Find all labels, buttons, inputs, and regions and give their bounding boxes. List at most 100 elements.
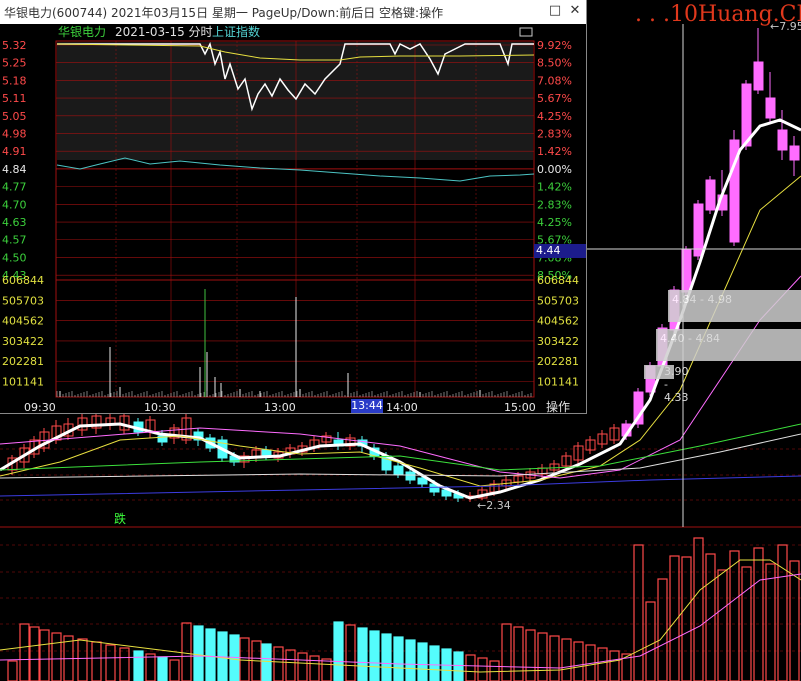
volume-bar bbox=[789, 560, 800, 681]
intraday-popup[interactable]: 华银电力(600744) 2021年03月15日 星期一 PageUp/Down… bbox=[0, 0, 587, 414]
volume-bar bbox=[205, 628, 216, 681]
volume-tick-label: 202281 bbox=[2, 355, 44, 368]
volume-bar bbox=[549, 635, 560, 681]
volume-bar bbox=[193, 625, 204, 681]
maximize-button[interactable]: □ bbox=[546, 2, 564, 20]
time-tick-label: 09:30 bbox=[24, 401, 56, 413]
price-tick-label: 5.18 bbox=[2, 74, 27, 87]
volume-bar bbox=[633, 544, 644, 681]
close-button[interactable]: ✕ bbox=[566, 2, 584, 20]
volume-tick-label: 505703 bbox=[2, 294, 44, 307]
volume-bar bbox=[501, 623, 512, 681]
price-tick-label: 5.25 bbox=[2, 57, 27, 70]
volume-bar bbox=[561, 638, 572, 681]
current-time-marker: 13:44 bbox=[351, 399, 383, 413]
pct-tick-label: 9.92% bbox=[537, 39, 572, 52]
time-tick-label: 14:00 bbox=[386, 401, 418, 413]
time-tick-label: 13:00 bbox=[264, 401, 296, 413]
candle-body bbox=[693, 203, 704, 257]
ma120-line bbox=[0, 475, 801, 497]
price-tick-label: 4.63 bbox=[2, 216, 27, 229]
volume-bar bbox=[181, 622, 192, 681]
volume-tick-label: 101141 bbox=[537, 376, 579, 389]
volume-bar bbox=[489, 660, 500, 681]
volume-bar bbox=[297, 652, 308, 681]
candle-body bbox=[405, 471, 416, 481]
volume-bar bbox=[777, 544, 788, 681]
volume-bar bbox=[405, 639, 416, 681]
candle-body bbox=[393, 465, 404, 475]
pct-tick-label: 7.08% bbox=[537, 74, 572, 87]
candle-body bbox=[705, 179, 716, 211]
volume-tick-label: 303422 bbox=[537, 335, 579, 348]
index-label[interactable]: 上证指数 bbox=[212, 24, 260, 39]
watermark: . . .10Huang.CN bbox=[635, 2, 801, 27]
price-range-label-3: 3.90 - 4.33 bbox=[664, 365, 689, 404]
volume-bar bbox=[765, 563, 776, 681]
stock-name-label: 华银电力 bbox=[58, 25, 106, 39]
candle-body bbox=[777, 129, 788, 151]
volume-bar bbox=[39, 629, 50, 681]
intraday-chart[interactable]: 5.32 9.92% 5.25 8.50% 5.18 7.08% 5.11 5.67% 5.05… bbox=[0, 24, 586, 413]
volume-bar bbox=[429, 645, 440, 681]
volume-tick-label: 202281 bbox=[537, 355, 579, 368]
volume-tick-label: 505703 bbox=[537, 294, 579, 307]
volume-bar bbox=[273, 646, 284, 681]
volume-bar bbox=[133, 650, 144, 681]
volume-bar bbox=[285, 649, 296, 681]
price-tick-label: 4.50 bbox=[2, 251, 27, 264]
volume-bar bbox=[753, 547, 764, 681]
volume-tick-label: 404562 bbox=[537, 315, 579, 328]
time-tick-label: 15:00 bbox=[504, 401, 536, 413]
volume-tick-label: 606844 bbox=[537, 274, 579, 287]
volume-bar bbox=[91, 641, 102, 681]
volume-bar bbox=[345, 624, 356, 681]
pct-tick-label: 2.83% bbox=[537, 128, 572, 141]
price-tick-label: 4.91 bbox=[2, 145, 27, 158]
pct-tick-label: 8.50% bbox=[537, 57, 572, 70]
volume-tick-label: 303422 bbox=[2, 335, 44, 348]
volume-bar bbox=[239, 637, 250, 681]
volume-bar bbox=[537, 632, 548, 681]
index-line bbox=[56, 157, 535, 182]
volume-bar bbox=[513, 626, 524, 681]
volume-tick-label: 101141 bbox=[2, 376, 44, 389]
volume-bar bbox=[453, 651, 464, 681]
price-range-box-1: 4.84 - 4.98 bbox=[668, 290, 801, 322]
volume-bar bbox=[77, 638, 88, 681]
volume-bar bbox=[693, 537, 704, 681]
candle-body bbox=[753, 61, 764, 91]
price-tick-label: 5.11 bbox=[2, 92, 27, 105]
volume-bar bbox=[29, 626, 40, 681]
volume-bar bbox=[357, 627, 368, 681]
volume-bar bbox=[381, 633, 392, 681]
volume-bar bbox=[477, 657, 488, 681]
volume-bar bbox=[105, 644, 116, 681]
price-tick-label: 4.70 bbox=[2, 198, 27, 211]
operate-button[interactable]: 操作 bbox=[546, 399, 570, 413]
price-tick-label: 4.57 bbox=[2, 234, 27, 247]
popup-title: 华银电力(600744) 2021年03月15日 星期一 PageUp/Down… bbox=[4, 6, 444, 20]
price-range-box-3: 3.90 - 4.33 bbox=[644, 365, 689, 404]
pct-tick-label: 0.00% bbox=[537, 163, 572, 176]
price-tick-label: 4.98 bbox=[2, 128, 27, 141]
volume-bar bbox=[393, 636, 404, 681]
price-tick-label: 4.77 bbox=[2, 181, 27, 194]
volume-bar bbox=[729, 550, 740, 681]
cursor-price-tag: 4.44 bbox=[534, 244, 586, 258]
volume-bar bbox=[609, 650, 620, 681]
date-label: 2021-03-15 分时 bbox=[115, 25, 213, 39]
popup-titlebar[interactable]: 华银电力(600744) 2021年03月15日 星期一 PageUp/Down… bbox=[0, 0, 586, 24]
volume-bar bbox=[645, 601, 656, 681]
volume-bar bbox=[417, 642, 428, 681]
pct-tick-label: 1.42% bbox=[537, 181, 572, 194]
volume-bar bbox=[19, 623, 30, 681]
candle-body bbox=[789, 145, 800, 161]
price-range-box-2: 4.40 - 4.84 bbox=[656, 329, 801, 361]
volume-bar bbox=[145, 653, 156, 681]
legend-swatch bbox=[519, 27, 533, 37]
volume-bar bbox=[657, 578, 668, 681]
volume-bar bbox=[597, 647, 608, 681]
pct-tick-label: 5.67% bbox=[537, 92, 572, 105]
low-price-label: ←2.34 bbox=[477, 499, 511, 512]
